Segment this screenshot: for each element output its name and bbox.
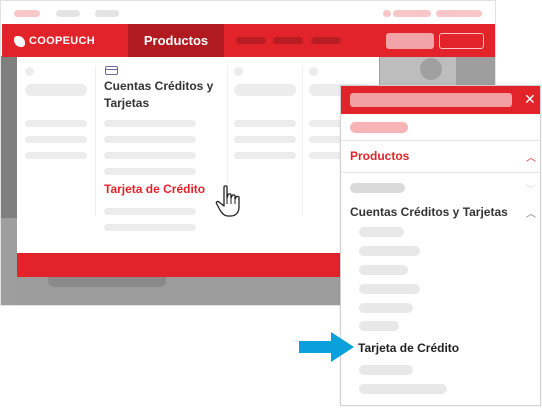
category-icon-placeholder <box>234 67 243 76</box>
mobile-category-cuentas[interactable]: Cuentas Créditos y Tarjetas <box>350 205 508 219</box>
menu-link-placeholder[interactable] <box>234 152 296 159</box>
mobile-search-placeholder[interactable] <box>350 93 512 107</box>
menu-link-placeholder[interactable] <box>234 136 296 143</box>
chevron-down-icon[interactable]: ﹀ <box>526 181 536 196</box>
menu-link-tarjeta-de-credito[interactable]: Tarjeta de Crédito <box>104 182 205 196</box>
menu-link-placeholder[interactable] <box>25 152 87 159</box>
chevron-up-icon[interactable]: ︿ <box>526 205 536 220</box>
mobile-link-placeholder[interactable] <box>359 384 447 394</box>
nav-tab-productos[interactable]: Productos <box>128 24 224 57</box>
top-link-placeholder[interactable] <box>383 10 391 17</box>
register-button-placeholder[interactable] <box>439 33 484 49</box>
mobile-divider <box>341 172 540 173</box>
mobile-link-placeholder[interactable] <box>350 122 408 133</box>
menu-link-placeholder[interactable] <box>234 120 296 127</box>
hand-pointer-icon <box>215 185 240 217</box>
coopeuch-logo-icon <box>14 35 25 47</box>
menu-link-placeholder[interactable] <box>104 168 196 175</box>
nav-item-placeholder[interactable] <box>236 37 266 44</box>
nav-item-placeholder[interactable] <box>273 37 303 44</box>
browser-tab-placeholder[interactable] <box>14 10 40 17</box>
menu-link-placeholder[interactable] <box>104 224 196 231</box>
mobile-link-placeholder[interactable] <box>359 265 408 275</box>
mobile-divider <box>341 140 540 141</box>
menu-link-placeholder[interactable] <box>104 208 196 215</box>
menu-link-placeholder[interactable] <box>104 120 196 127</box>
page-overlay-dark <box>1 56 17 218</box>
hero-image-fragment <box>380 57 456 87</box>
top-link-placeholder[interactable] <box>436 10 482 17</box>
brand-logo[interactable]: COOPEUCH <box>14 33 95 49</box>
mega-menu-footer <box>17 253 379 277</box>
mobile-link-placeholder[interactable] <box>359 303 413 313</box>
browser-tab-placeholder[interactable] <box>56 10 80 17</box>
hero-person-head <box>420 58 442 80</box>
category-title-placeholder <box>25 84 87 96</box>
brand-name: COOPEUCH <box>29 35 95 47</box>
close-icon[interactable]: ✕ <box>524 92 536 106</box>
category-title-placeholder <box>234 84 296 96</box>
mobile-link-placeholder[interactable] <box>359 365 413 375</box>
menu-link-placeholder[interactable] <box>104 136 196 143</box>
top-link-placeholder[interactable] <box>393 10 431 17</box>
menu-category-title: Cuentas Créditos y Tarjetas <box>104 79 214 110</box>
nav-item-placeholder[interactable] <box>311 37 341 44</box>
credit-card-icon <box>105 66 118 75</box>
category-icon-placeholder <box>25 67 34 76</box>
mobile-link-placeholder[interactable] <box>359 246 420 256</box>
mobile-link-placeholder[interactable] <box>359 284 420 294</box>
column-divider <box>302 66 303 216</box>
chevron-up-icon[interactable]: ︿ <box>526 149 536 164</box>
arrow-right-icon <box>299 332 354 362</box>
mobile-section-productos[interactable]: Productos <box>350 149 409 163</box>
background-button-placeholder <box>48 277 166 287</box>
login-button-placeholder[interactable] <box>386 33 434 49</box>
mobile-link-placeholder[interactable] <box>359 227 404 237</box>
mobile-category-placeholder[interactable] <box>350 183 405 193</box>
menu-link-placeholder[interactable] <box>25 136 87 143</box>
column-divider <box>95 66 96 216</box>
mobile-link-placeholder[interactable] <box>359 321 399 331</box>
mobile-link-tarjeta-de-credito[interactable]: Tarjeta de Crédito <box>358 341 459 355</box>
menu-link-placeholder[interactable] <box>104 152 196 159</box>
category-icon-placeholder <box>309 67 318 76</box>
menu-link-placeholder[interactable] <box>25 120 87 127</box>
browser-tab-placeholder[interactable] <box>95 10 119 17</box>
